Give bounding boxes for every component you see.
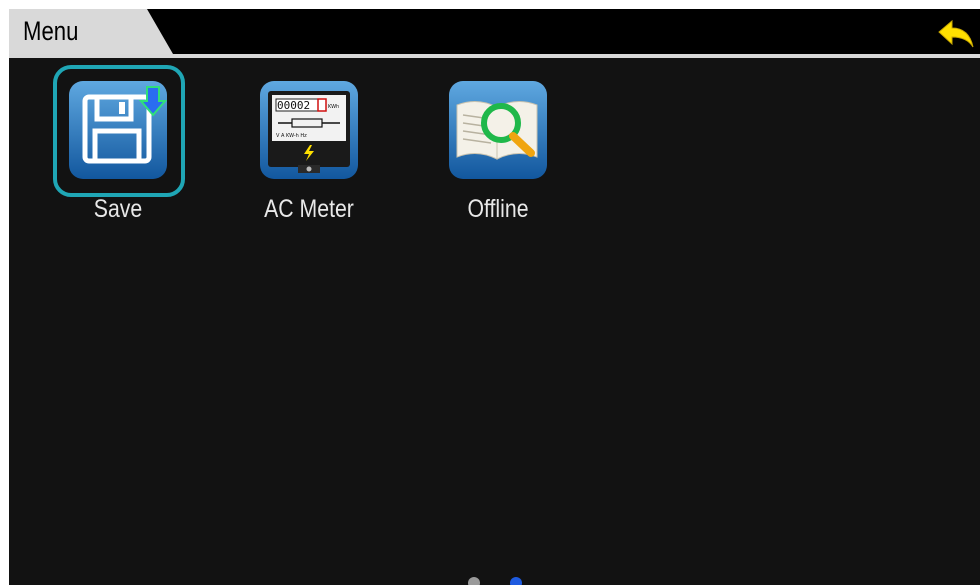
title-tab: Menu [9,9,173,54]
floppy-save-icon [69,81,167,179]
app-ac-meter[interactable]: 00002 KWh V A KW-h Hz AC Meter [234,65,384,225]
app-label-ac-meter: AC Meter [264,195,354,223]
offline-book-search-icon [449,81,547,179]
menu-screen: Menu Save 00002 KWh V A KW-h Hz AC Meter… [9,9,980,585]
page-title: Menu [23,16,79,46]
app-label-save: Save [93,195,143,223]
header-divider [9,54,980,58]
meter-scale: V A KW-h Hz [276,133,307,139]
page-dot-1[interactable] [468,577,480,585]
app-label-offline: Offline [467,195,529,223]
meter-unit: KWh [328,104,339,110]
back-button[interactable] [937,19,975,51]
app-offline[interactable]: Offline [423,65,573,225]
meter-digits: 00002 [277,99,310,112]
ac-meter-icon: 00002 KWh V A KW-h Hz [260,81,358,179]
page-dot-2-active[interactable] [510,577,522,585]
app-save[interactable]: Save [43,65,193,225]
back-arrow-icon [938,19,974,48]
